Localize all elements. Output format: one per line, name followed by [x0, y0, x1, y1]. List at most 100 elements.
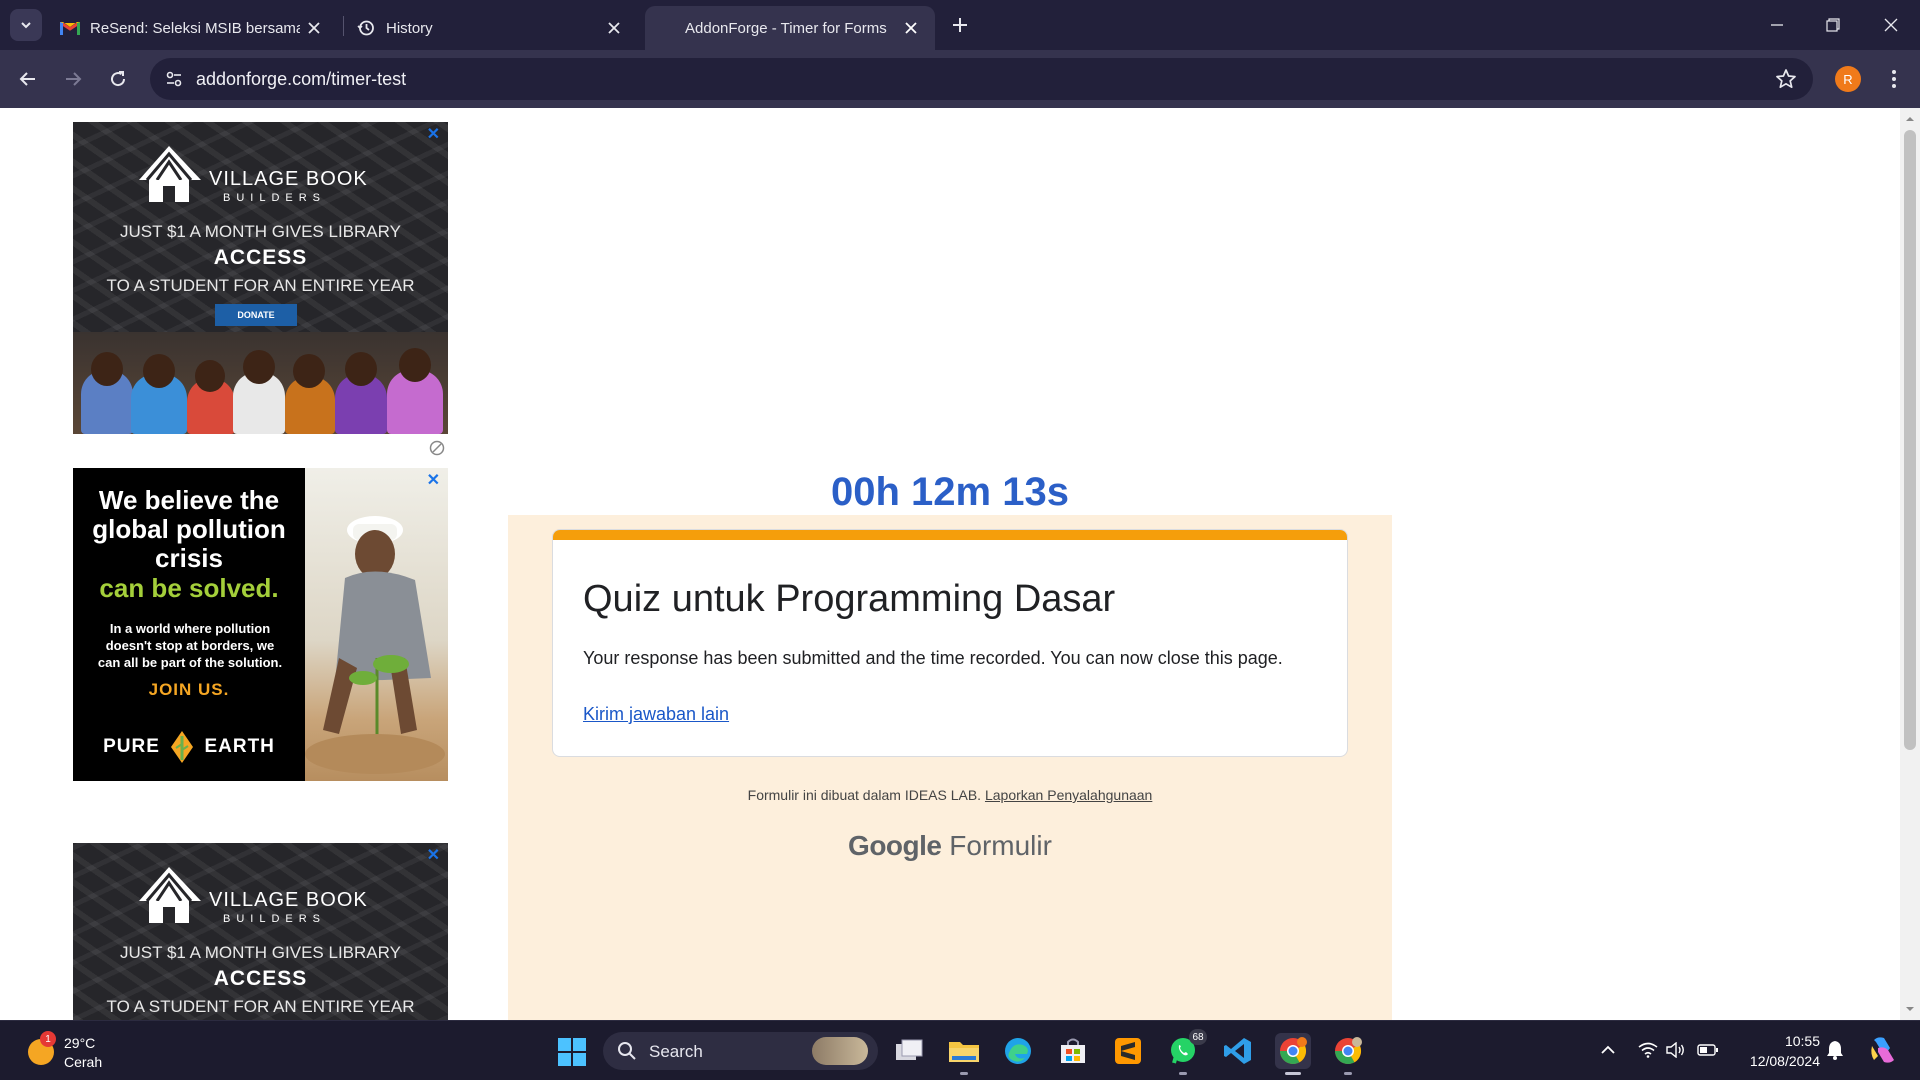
back-button[interactable] [12, 63, 44, 95]
page-scrollbar[interactable] [1900, 108, 1920, 1020]
close-tab-icon[interactable] [304, 18, 324, 38]
ad-line: JUST $1 A MONTH GIVES LIBRARY [120, 222, 401, 241]
ad-pure-earth[interactable]: We believe the global pollution crisis c… [73, 468, 448, 781]
form-container: Quiz untuk Programming Dasar Your respon… [508, 515, 1392, 1020]
forward-button[interactable] [57, 63, 89, 95]
scroll-thumb[interactable] [1904, 130, 1916, 750]
google-forms-logo[interactable]: Google Formulir [508, 830, 1392, 862]
search-label: Search [649, 1042, 703, 1061]
ad-brand-sub: BUILDERS [223, 192, 327, 204]
page-viewport: VILLAGE BOOK BUILDERS JUST $1 A MONTH GI… [0, 108, 1900, 1020]
taskbar-vscode[interactable] [1220, 1033, 1256, 1069]
windows-taskbar: 1 29°C Cerah Search 68 10:55 12/08/2024 [0, 1020, 1920, 1080]
ad-line: TO A STUDENT FOR AN ENTIRE YEAR [106, 997, 415, 1016]
forms-wordmark: Formulir [949, 830, 1052, 861]
taskbar-whatsapp[interactable]: 68 [1165, 1029, 1207, 1075]
ad-line: TO A STUDENT FOR AN ENTIRE YEAR [106, 276, 415, 295]
reload-button[interactable] [102, 63, 134, 95]
show-hidden-icons[interactable] [1595, 1037, 1621, 1063]
ad-choices-icon[interactable] [429, 440, 445, 456]
new-tab-button[interactable] [948, 13, 972, 37]
taskbar-chrome-active[interactable] [1275, 1033, 1311, 1075]
close-window-button[interactable] [1876, 10, 1906, 40]
arrow-left-icon [19, 72, 35, 86]
reload-icon [111, 71, 126, 87]
taskbar-ms-store[interactable] [1055, 1033, 1091, 1069]
donate-button[interactable]: DONATE [215, 304, 297, 326]
google-wordmark: Google [848, 830, 942, 861]
browser-menu-button[interactable] [1880, 64, 1908, 94]
tab-addonforge-active[interactable]: AddonForge - Timer for Forms [645, 6, 935, 50]
taskbar-file-explorer[interactable] [946, 1033, 982, 1075]
tab-title: AddonForge - Timer for Forms [685, 19, 887, 37]
weather-badge: 1 [40, 1031, 56, 1047]
taskbar-chrome-profile[interactable] [1330, 1033, 1366, 1075]
report-abuse-link[interactable]: Laporkan Penyalahgunaan [985, 787, 1152, 803]
clock-time: 10:55 [1784, 1033, 1820, 1049]
wifi-status[interactable] [1635, 1037, 1661, 1063]
tab-gmail[interactable]: ReSend: Seleksi MSIB bersama Sekolah [52, 6, 338, 50]
form-response-card: Quiz untuk Programming Dasar Your respon… [552, 529, 1348, 757]
chevron-up-icon [1601, 1045, 1615, 1054]
taskbar-search[interactable]: Search [603, 1032, 878, 1070]
tab-strip: ReSend: Seleksi MSIB bersama Sekolah His… [0, 0, 1920, 50]
vscode-icon [1224, 1038, 1251, 1064]
tab-search-button[interactable] [10, 9, 42, 41]
minimize-icon [1771, 24, 1783, 26]
ad-brand: VILLAGE BOOK [209, 889, 368, 911]
close-tab-icon[interactable] [901, 18, 921, 38]
village-book-logo-icon [139, 867, 201, 923]
more-vert-icon [1892, 70, 1896, 88]
close-tab-icon[interactable] [604, 18, 624, 38]
close-icon [1884, 18, 1898, 32]
ad-village-book-builders-2[interactable]: VILLAGE BOOK BUILDERS JUST $1 A MONTH GI… [73, 843, 448, 1020]
scroll-up-arrow-icon[interactable] [1905, 114, 1915, 124]
taskbar-task-view[interactable] [891, 1033, 927, 1069]
taskbar-edge[interactable] [1000, 1033, 1036, 1069]
ad-body: In a world where pollution doesn't stop … [97, 621, 283, 670]
url-text[interactable]: addonforge.com/timer-test [196, 69, 406, 90]
volume-status[interactable] [1663, 1037, 1689, 1063]
gmail-icon [60, 18, 80, 38]
ad-headline: We believe the global pollution crisis [92, 485, 286, 573]
scroll-down-arrow-icon[interactable] [1905, 1004, 1915, 1014]
chrome-icon [1279, 1037, 1307, 1065]
weather-widget[interactable]: 1 29°C Cerah [24, 1029, 124, 1073]
tab-history[interactable]: History [348, 6, 638, 50]
site-info-button[interactable] [158, 63, 190, 95]
running-indicator-active [1285, 1072, 1301, 1075]
taskbar-sublime-text[interactable] [1110, 1033, 1146, 1069]
ad-close-icon[interactable]: ✕ [427, 845, 440, 865]
edge-icon [1005, 1038, 1031, 1064]
copilot-button[interactable] [1866, 1037, 1900, 1063]
running-indicator [960, 1072, 968, 1075]
battery-status[interactable] [1695, 1037, 1721, 1063]
restore-button[interactable] [1818, 10, 1848, 40]
sublime-text-icon [1115, 1038, 1141, 1064]
ad-close-icon[interactable]: ✕ [427, 124, 440, 144]
bookmark-star-icon[interactable] [1775, 68, 1797, 90]
chrome-icon [1334, 1037, 1362, 1065]
tab-title: History [386, 19, 433, 37]
notifications-button[interactable] [1822, 1037, 1848, 1063]
address-bar[interactable]: addonforge.com/timer-test [150, 58, 1813, 100]
footer-text: Formulir ini dibuat dalam IDEAS LAB. [747, 787, 982, 803]
minimize-button[interactable] [1762, 10, 1792, 40]
windows-start-icon[interactable] [557, 1037, 587, 1067]
ad-close-icon[interactable]: ✕ [427, 470, 440, 490]
ad-brand-sub: BUILDERS [223, 913, 327, 925]
tab-title: ReSend: Seleksi MSIB bersama Sekolah [90, 19, 300, 37]
ad-village-book-builders[interactable]: VILLAGE BOOK BUILDERS JUST $1 A MONTH GI… [73, 122, 448, 434]
plus-icon [953, 18, 967, 32]
form-title: Quiz untuk Programming Dasar [583, 578, 1116, 620]
profile-avatar[interactable]: R [1835, 66, 1861, 92]
running-indicator [1344, 1072, 1352, 1075]
ad-copy: We believe the global pollution crisis c… [73, 468, 305, 781]
form-accent-bar [553, 530, 1347, 540]
running-indicator [1179, 1072, 1187, 1075]
ad-cta[interactable]: JOIN US. [73, 680, 305, 700]
form-footer: Formulir ini dibuat dalam IDEAS LAB. Lap… [508, 787, 1392, 803]
clock-date: 12/08/2024 [1749, 1053, 1820, 1069]
submit-another-link[interactable]: Kirim jawaban lain [583, 704, 729, 725]
system-clock[interactable]: 10:55 12/08/2024 [1730, 1031, 1820, 1071]
